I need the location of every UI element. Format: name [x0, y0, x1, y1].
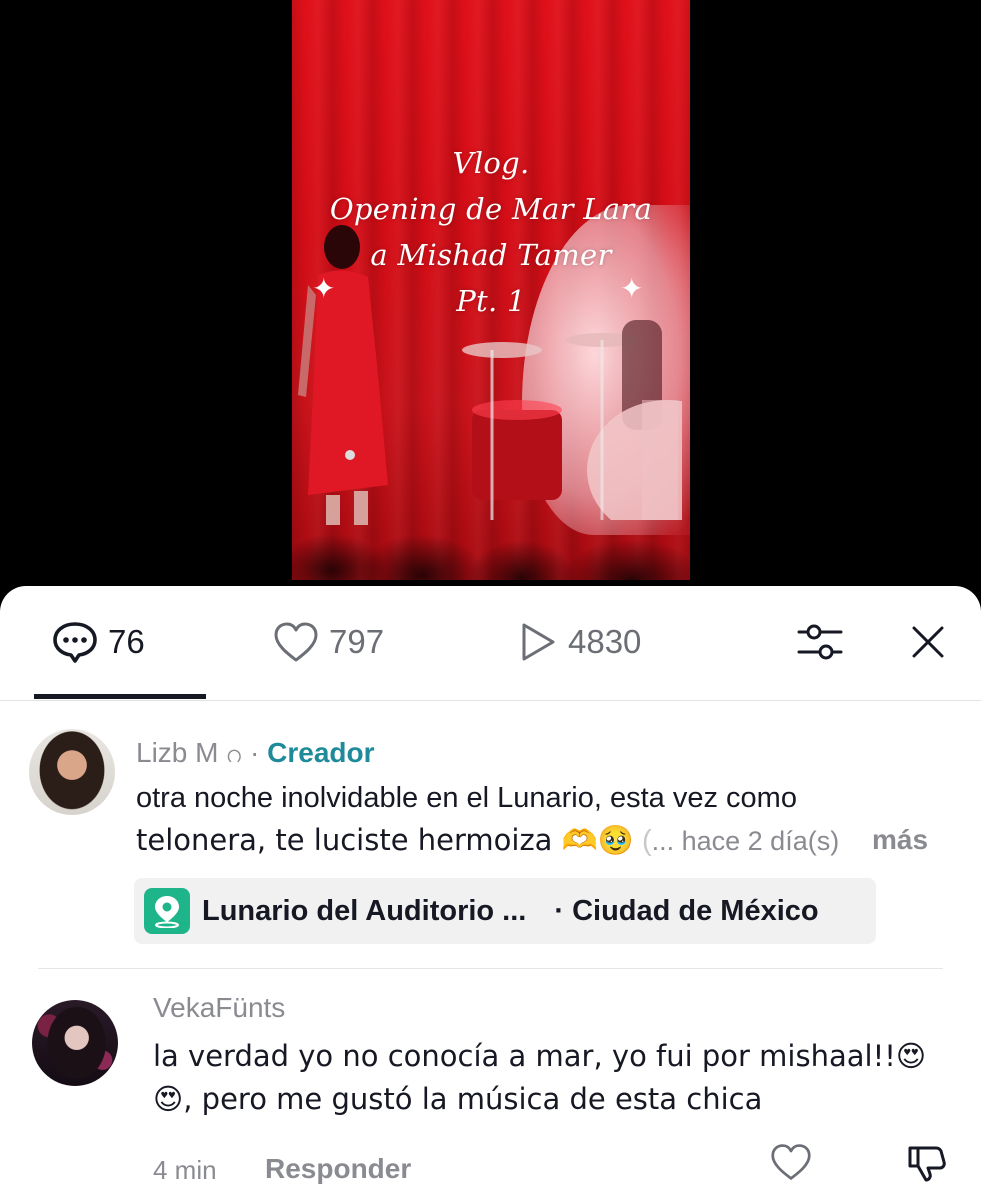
- separator-dot: ·: [250, 737, 260, 768]
- comment-divider: [38, 968, 943, 969]
- stats-tab-bar: 76 797 4830: [0, 586, 981, 701]
- creator-badge: Creador: [267, 737, 375, 768]
- tab-likes[interactable]: 797: [273, 620, 384, 664]
- comment-meta: ... hace 2 día(s): [651, 826, 840, 856]
- crowd-silhouette: [292, 490, 690, 580]
- more-link[interactable]: más: [872, 824, 928, 856]
- overlay-line-2: Opening de Mar Lara: [329, 192, 653, 226]
- comments-sheet: 76 797 4830 Lizb M ဂ · Creador otra noch…: [0, 586, 981, 1200]
- location-chip[interactable]: Lunario del Auditorio ... · Ciudad de Mé…: [134, 878, 876, 944]
- comment-text-line-2: 😍, pero me gustó la música de esta chica: [153, 1082, 763, 1116]
- tab-plays[interactable]: 4830: [518, 620, 641, 664]
- sparkle-left-icon: ✦: [312, 273, 336, 304]
- heart-outline-icon: [274, 622, 318, 662]
- video-player[interactable]: Vlog. Opening de Mar Lara a Mishad Tamer…: [0, 0, 981, 600]
- comment-author[interactable]: Lizb M ဂ: [136, 737, 242, 768]
- heart-outline-icon[interactable]: [770, 1142, 812, 1182]
- comment-author-line: Lizb M ဂ · Creador: [136, 734, 375, 776]
- comment-timestamp: 4 min: [153, 1155, 217, 1185]
- reply-button[interactable]: Responder: [265, 1153, 411, 1185]
- play-icon: [522, 623, 555, 661]
- thumbs-down-icon[interactable]: [906, 1142, 948, 1184]
- location-name: Lunario del Auditorio ...: [202, 894, 527, 927]
- avatar[interactable]: [29, 729, 115, 815]
- tab-comments[interactable]: 76: [52, 620, 145, 664]
- location-pin-icon: [144, 888, 190, 934]
- sparkle-right-icon: ✦: [620, 273, 644, 304]
- comments-count: 76: [108, 623, 145, 660]
- close-x-icon[interactable]: [908, 622, 948, 662]
- active-tab-indicator: [34, 694, 206, 699]
- overlay-line-1: Vlog.: [452, 146, 530, 180]
- comment-bubble-icon: [53, 622, 97, 663]
- tabs-divider: [0, 700, 981, 701]
- plays-count: 4830: [568, 623, 642, 660]
- likes-count: 797: [329, 623, 385, 660]
- truncation-paren: (: [633, 825, 652, 857]
- comment-text-line-1: otra noche inolvidable en el Lunario, es…: [136, 782, 797, 814]
- comment-text: telonera, te luciste hermoiza 🫶🥹: [136, 823, 634, 857]
- comment-text-line-1: la verdad yo no conocía a mar, yo fui po…: [153, 1039, 927, 1073]
- comment-author[interactable]: VekaFünts: [153, 992, 285, 1024]
- comment-text-line-2: telonera, te luciste hermoiza 🫶🥹 (... ha…: [136, 819, 839, 862]
- sliders-icon[interactable]: [797, 620, 843, 664]
- location-city: · Ciudad de México: [554, 894, 819, 927]
- video-thumbnail[interactable]: Vlog. Opening de Mar Lara a Mishad Tamer…: [292, 0, 690, 580]
- avatar[interactable]: [32, 1000, 118, 1086]
